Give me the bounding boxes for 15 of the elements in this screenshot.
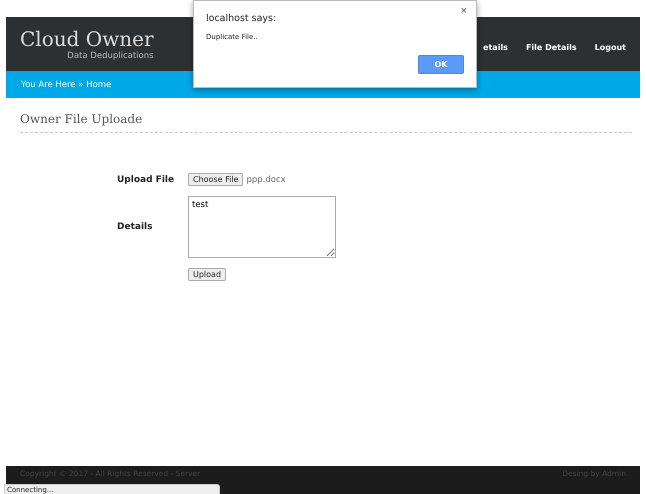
page-title: Owner File Uploade <box>20 112 632 133</box>
site-subtitle: Data Deduplications <box>67 51 154 61</box>
site-title: Cloud Owner <box>20 27 154 51</box>
file-name: ppp.docx <box>246 174 286 184</box>
field-label: Details <box>117 222 154 232</box>
dialog-title: localhost says: <box>206 13 278 24</box>
nav-link[interactable]: File Details <box>526 42 577 52</box>
breadcrumb: You Are Here » Home <box>21 80 112 90</box>
nav-link[interactable]: Logout <box>594 42 626 52</box>
nav-link[interactable]: etails <box>483 42 508 52</box>
choose-file-button[interactable]: Choose File <box>188 173 244 186</box>
close-button[interactable]: × <box>460 5 467 17</box>
details-field[interactable]: test <box>188 196 336 258</box>
field-label: Upload File <box>117 174 176 184</box>
upload-button[interactable]: Upload <box>188 268 226 281</box>
